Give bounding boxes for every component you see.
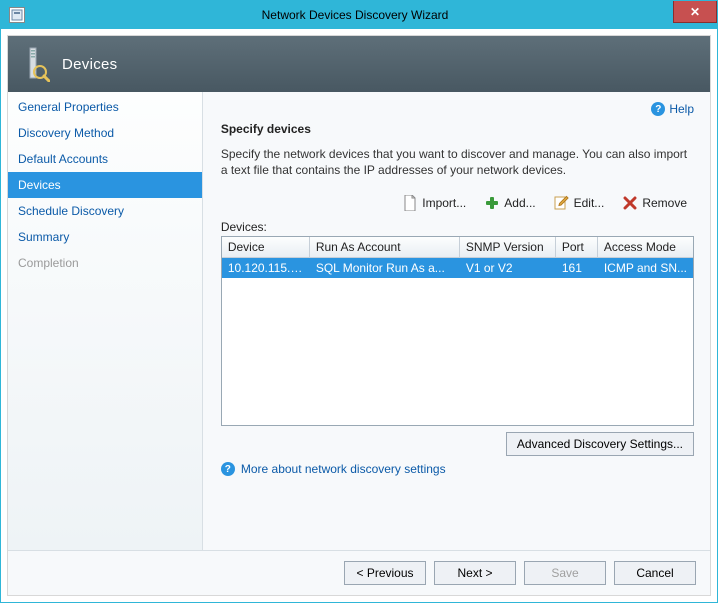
remove-label: Remove [642, 196, 687, 210]
sidebar-item-general-properties[interactable]: General Properties [8, 94, 202, 120]
import-button[interactable]: Import... [395, 192, 473, 214]
col-snmp[interactable]: SNMP Version [460, 237, 556, 257]
banner: Devices [8, 36, 710, 92]
cell-device: 10.120.115.106 [222, 259, 310, 277]
help-row: ? Help [221, 102, 694, 116]
close-button[interactable]: ✕ [673, 1, 717, 23]
more-link-row: ? More about network discovery settings [221, 462, 694, 476]
sidebar-item-schedule-discovery[interactable]: Schedule Discovery [8, 198, 202, 224]
add-label: Add... [504, 196, 535, 210]
sidebar-item-devices[interactable]: Devices [8, 172, 202, 198]
toolbar: Import... Add... Edit... [221, 192, 694, 214]
save-button: Save [524, 561, 606, 585]
pencil-icon [554, 195, 570, 211]
section-title: Specify devices [221, 122, 694, 136]
banner-title: Devices [62, 56, 117, 73]
close-icon: ✕ [690, 5, 700, 19]
edit-button[interactable]: Edit... [547, 192, 612, 214]
help-label: Help [669, 102, 694, 116]
plus-icon [484, 195, 500, 211]
sidebar-item-completion: Completion [8, 250, 202, 276]
edit-label: Edit... [574, 196, 605, 210]
body-area: General Properties Discovery Method Defa… [8, 92, 710, 550]
cell-run-as: SQL Monitor Run As a... [310, 259, 460, 277]
content-frame: Devices General Properties Discovery Met… [7, 35, 711, 596]
wizard-window: Network Devices Discovery Wizard ✕ Devic… [0, 0, 718, 603]
help-link[interactable]: ? Help [651, 102, 694, 116]
sidebar-item-discovery-method[interactable]: Discovery Method [8, 120, 202, 146]
footer: < Previous Next > Save Cancel [8, 550, 710, 595]
cell-port: 161 [556, 259, 598, 277]
devices-banner-icon [22, 46, 50, 82]
grid-row[interactable]: 10.120.115.106 SQL Monitor Run As a... V… [222, 258, 693, 278]
devices-grid[interactable]: Device Run As Account SNMP Version Port … [221, 236, 694, 426]
col-access[interactable]: Access Mode [598, 237, 693, 257]
window-icon [9, 7, 25, 23]
grid-header: Device Run As Account SNMP Version Port … [222, 237, 693, 258]
add-button[interactable]: Add... [477, 192, 542, 214]
section-description: Specify the network devices that you wan… [221, 146, 694, 178]
col-device[interactable]: Device [222, 237, 310, 257]
devices-label: Devices: [221, 220, 694, 234]
document-icon [402, 195, 418, 211]
col-port[interactable]: Port [556, 237, 598, 257]
title-bar[interactable]: Network Devices Discovery Wizard ✕ [1, 1, 717, 29]
cell-access: ICMP and SN... [598, 259, 693, 277]
sidebar-item-default-accounts[interactable]: Default Accounts [8, 146, 202, 172]
next-button[interactable]: Next > [434, 561, 516, 585]
remove-button[interactable]: Remove [615, 192, 694, 214]
help-icon: ? [651, 102, 665, 116]
cancel-button[interactable]: Cancel [614, 561, 696, 585]
sidebar: General Properties Discovery Method Defa… [8, 92, 203, 550]
previous-button[interactable]: < Previous [344, 561, 426, 585]
window-title: Network Devices Discovery Wizard [33, 8, 717, 22]
col-run-as[interactable]: Run As Account [310, 237, 460, 257]
cell-snmp: V1 or V2 [460, 259, 556, 277]
advanced-discovery-settings-button[interactable]: Advanced Discovery Settings... [506, 432, 694, 456]
more-about-link[interactable]: More about network discovery settings [241, 462, 446, 476]
advanced-row: Advanced Discovery Settings... [221, 432, 694, 456]
main-panel: ? Help Specify devices Specify the netwo… [203, 92, 710, 550]
delete-icon [622, 195, 638, 211]
import-label: Import... [422, 196, 466, 210]
info-icon: ? [221, 462, 235, 476]
sidebar-item-summary[interactable]: Summary [8, 224, 202, 250]
